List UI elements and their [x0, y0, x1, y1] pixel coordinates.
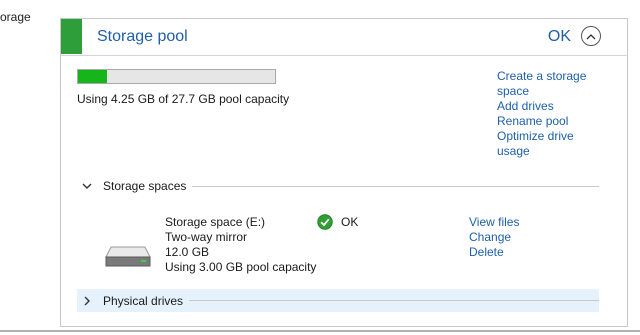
- storage-space-details: Storage space (E:) Two-way mirror 12.0 G…: [165, 215, 316, 275]
- storage-space-name: Storage space (E:): [165, 215, 266, 229]
- window-bottom-border: [0, 330, 640, 332]
- check-circle-icon: [317, 214, 333, 230]
- physical-drives-section-header[interactable]: Physical drives: [77, 289, 599, 312]
- storage-pool-panel: Storage pool OK Using 4.25 GB of 27.7 GB…: [60, 18, 628, 327]
- pool-status: OK: [547, 28, 571, 45]
- storage-space-usage: Using 3.00 GB pool capacity: [165, 260, 317, 274]
- rename-pool-link[interactable]: Rename pool: [497, 114, 607, 129]
- section-divider: [192, 185, 599, 187]
- pool-capacity-fill: [78, 70, 107, 83]
- collapse-button[interactable]: [581, 26, 601, 46]
- delete-link[interactable]: Delete: [469, 245, 519, 260]
- pool-actions: Create a storage space Add drives Rename…: [497, 69, 607, 159]
- panel-header: Storage pool OK: [61, 19, 627, 56]
- chevron-down-icon: [77, 183, 97, 190]
- storage-space-size: 12.0 GB: [165, 245, 210, 259]
- drive-icon: [105, 246, 151, 267]
- pool-health-indicator: [61, 19, 82, 54]
- add-drives-link[interactable]: Add drives: [497, 99, 607, 114]
- storage-spaces-section-header[interactable]: Storage spaces: [77, 176, 599, 196]
- change-link[interactable]: Change: [469, 230, 519, 245]
- storage-space-actions: View files Change Delete: [469, 215, 519, 260]
- physical-drives-label: Physical drives: [103, 293, 184, 308]
- storage-spaces-label: Storage spaces: [103, 179, 187, 193]
- view-files-link[interactable]: View files: [469, 215, 519, 230]
- chevron-right-icon: [77, 296, 97, 306]
- section-divider: [189, 300, 599, 301]
- create-storage-space-link[interactable]: Create a storage space: [497, 69, 607, 99]
- panel-title: Storage pool: [97, 28, 188, 45]
- pool-usage-text: Using 4.25 GB of 27.7 GB pool capacity: [77, 92, 290, 106]
- optimize-drive-usage-link[interactable]: Optimize drive usage: [497, 129, 607, 159]
- pool-capacity-bar: [77, 69, 276, 84]
- chevron-up-icon: [586, 33, 596, 39]
- storage-space-resiliency: Two-way mirror: [165, 230, 248, 244]
- nav-item-storage-fragment[interactable]: orage: [0, 10, 31, 24]
- storage-space-status: OK: [341, 215, 359, 229]
